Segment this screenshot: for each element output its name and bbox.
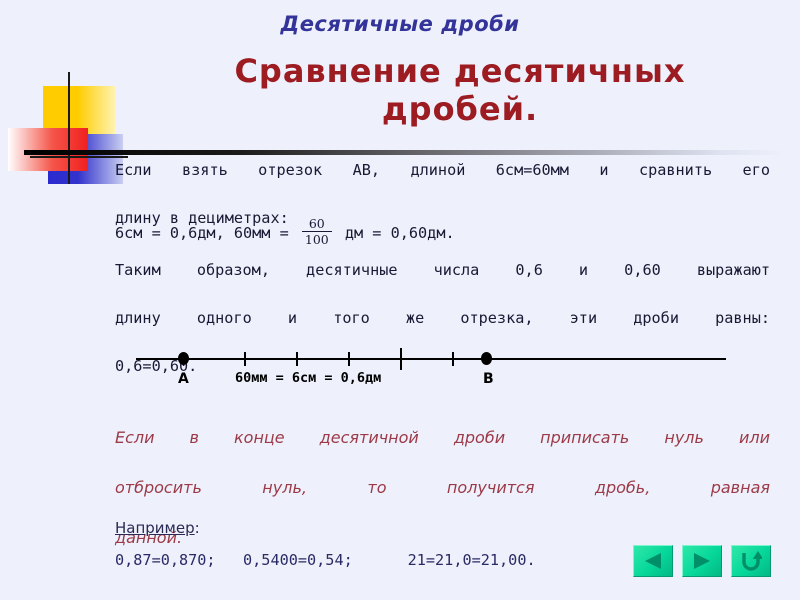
- slide-canvas: Десятичные дроби Сравнение десятичных др…: [0, 0, 800, 600]
- triangle-left-icon: [643, 552, 663, 570]
- fraction-denominator: 100: [304, 232, 329, 247]
- number-line-tick-4: [400, 348, 402, 370]
- forward-button[interactable]: [682, 545, 722, 577]
- navigation-bar: [633, 545, 771, 577]
- decorative-logo: [8, 72, 128, 184]
- example-list: 0,87=0,870; 0,5400=0,54; 21=21,0=21,00.: [115, 551, 536, 569]
- example-label-word: Например: [115, 519, 195, 537]
- paragraph-intro-line-1: Если взять отрезок AB, длиной 6см=60мм и…: [115, 161, 770, 179]
- highlighted-rule-line-1: Если в конце десятичной дроби приписать …: [115, 428, 770, 447]
- paragraph-conclusion-line-1: Таким образом, десятичные числа 0,6 и 0,…: [115, 261, 770, 279]
- logo-vertical-line: [68, 72, 70, 184]
- number-line-label-b: B: [483, 371, 494, 387]
- number-line-diagram: A B 60мм = 6см = 0,6дм: [136, 338, 726, 398]
- equation-prefix: 6см = 0,6дм, 60мм =: [115, 223, 298, 242]
- equation-with-fraction: 6см = 0,6дм, 60мм = 60 100 дм = 0,60дм.: [115, 216, 455, 247]
- logo-horizontal-line: [30, 156, 128, 158]
- number-line-point-b: [481, 352, 492, 365]
- slide-subtitle: Десятичные дроби: [280, 12, 520, 36]
- return-button[interactable]: [731, 545, 771, 577]
- number-line-axis: [136, 358, 726, 360]
- number-line-tick-2: [296, 352, 298, 366]
- back-button[interactable]: [633, 545, 673, 577]
- triangle-right-icon: [692, 552, 712, 570]
- equation-suffix: дм = 0,60дм.: [335, 223, 455, 242]
- number-line-tick-5: [452, 352, 454, 366]
- page-title: Сравнение десятичных дробей.: [150, 52, 770, 128]
- header-divider: [24, 150, 784, 155]
- example-label-colon: :: [194, 519, 200, 537]
- number-line-tick-1: [244, 352, 246, 366]
- number-line-segment-label: 60мм = 6см = 0,6дм: [235, 370, 382, 386]
- page-title-line-1: Сравнение десятичных: [234, 52, 686, 90]
- page-title-line-2: дробей.: [381, 90, 539, 128]
- highlighted-rule-line-2: отбросить нуль, то получится дробь, равн…: [115, 478, 770, 497]
- fraction-numerator: 60: [308, 216, 325, 231]
- u-turn-arrow-icon: [740, 551, 762, 571]
- number-line-point-a: [178, 352, 189, 365]
- number-line-tick-3: [348, 352, 350, 366]
- fraction-60-over-100: 60 100: [301, 216, 332, 247]
- number-line-label-a: A: [178, 371, 189, 387]
- highlighted-rule: Если в конце десятичной дроби приписать …: [115, 425, 770, 550]
- example-label: Например:: [115, 519, 200, 537]
